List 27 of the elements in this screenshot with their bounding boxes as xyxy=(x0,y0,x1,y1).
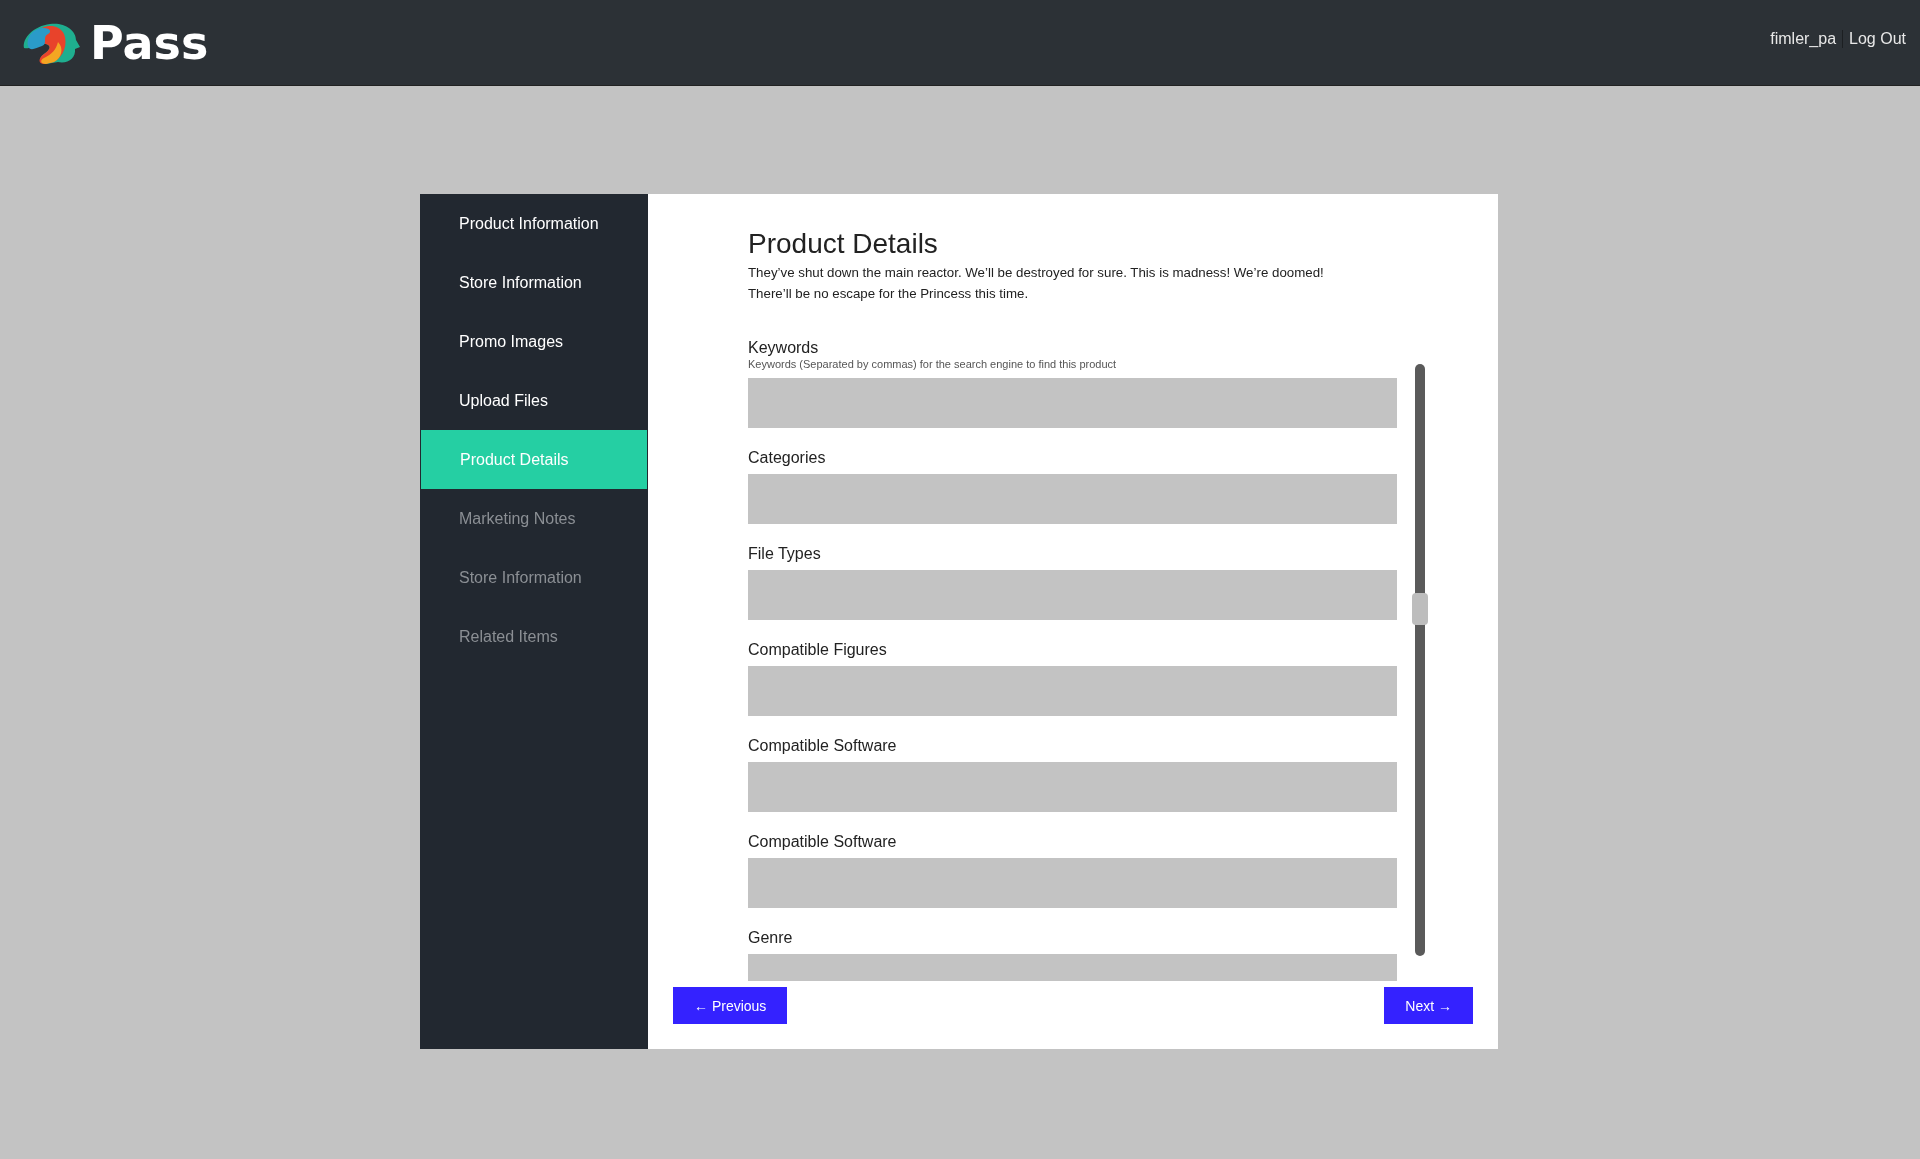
username: fimler_pa xyxy=(1770,29,1837,48)
input-field[interactable] xyxy=(748,762,1397,812)
scrollbar-track[interactable] xyxy=(1415,364,1425,956)
field-label: Compatible Figures xyxy=(748,641,888,659)
sidebar-item[interactable]: Product Information xyxy=(420,194,648,253)
input-field[interactable] xyxy=(748,666,1397,716)
brand-name: Pass xyxy=(90,15,209,70)
sidebar-item[interactable]: Store Information xyxy=(420,253,648,312)
input-field[interactable] xyxy=(748,570,1397,620)
sidebar-item[interactable]: Upload Files xyxy=(420,371,648,430)
input-field[interactable] xyxy=(748,858,1397,908)
input-field[interactable] xyxy=(748,378,1397,428)
field-label: File Types xyxy=(748,545,822,563)
sidebar-item[interactable]: Promo Images xyxy=(420,312,648,371)
field-hint: Keywords (Separated by commas) for the search engine to find this product xyxy=(748,357,1118,371)
field-label: Compatible Software xyxy=(748,833,898,851)
scrollbar-thumb[interactable] xyxy=(1412,593,1428,625)
field-label: Genre xyxy=(748,929,794,947)
field-label: Categories xyxy=(748,449,827,467)
field-label: Compatible Software xyxy=(748,737,898,755)
field-label: Keywords xyxy=(748,339,820,357)
input-field[interactable] xyxy=(748,474,1397,524)
previous-button[interactable]: ← Previous xyxy=(673,987,788,1024)
page-title: Product Details xyxy=(748,228,939,260)
logout-link[interactable]: Log Out xyxy=(1849,29,1906,48)
page-description: They’ve shut down the main reactor. We’ll be destroyed for sure. This is madness! We’re doomed! There’ll be no escape for the Princess this time. xyxy=(748,264,1325,303)
next-button[interactable]: Next → xyxy=(1384,987,1473,1024)
